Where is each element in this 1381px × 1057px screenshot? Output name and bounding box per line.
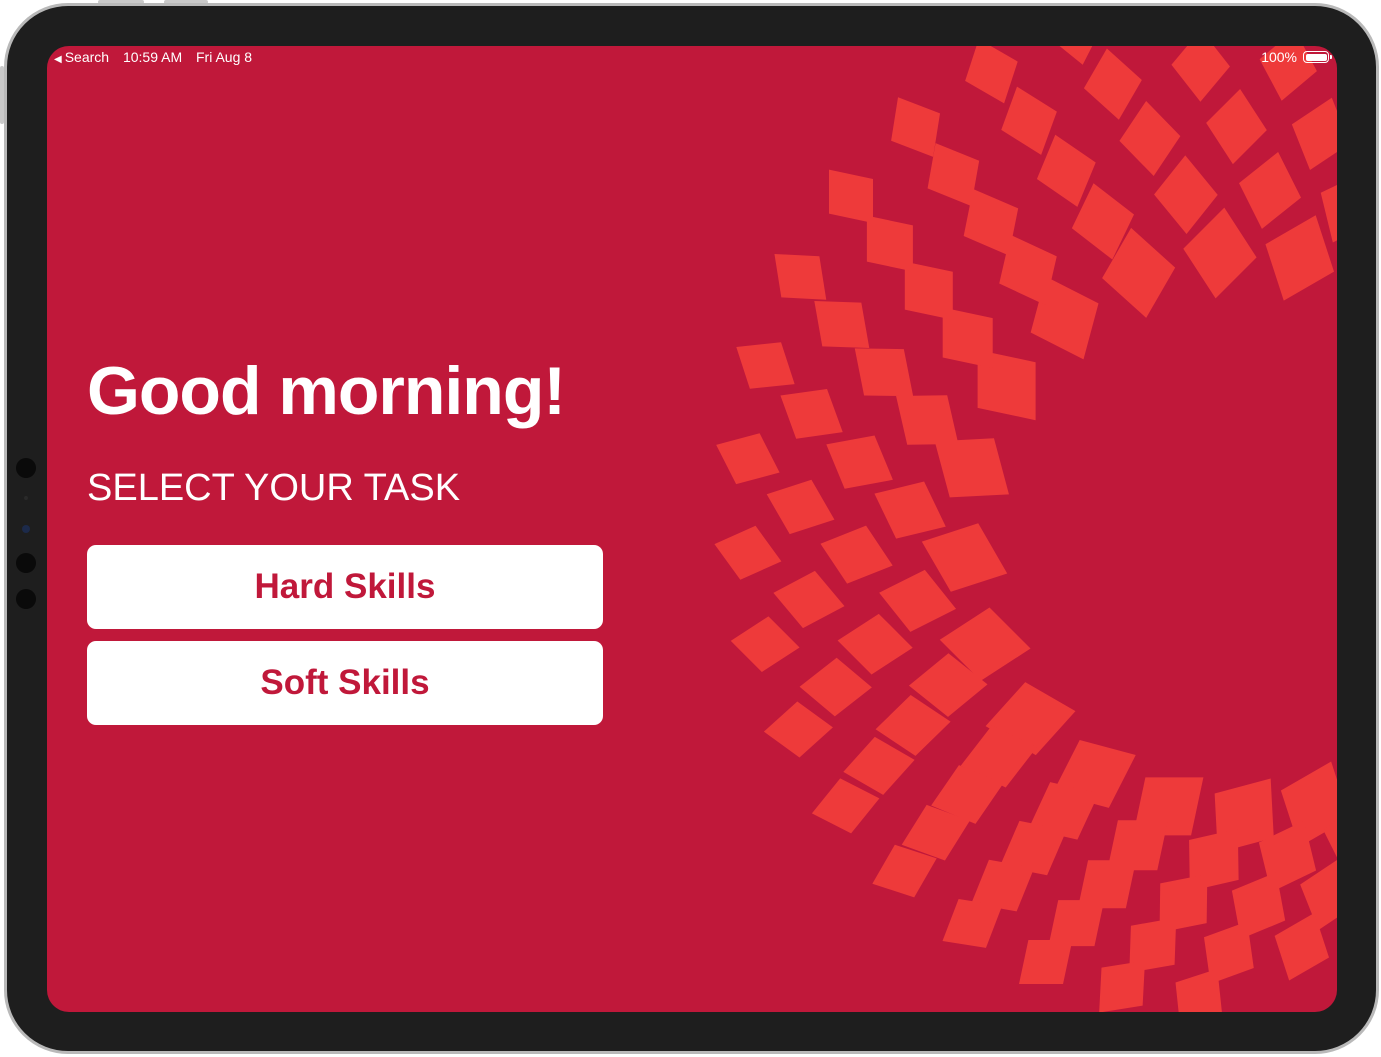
soft-skills-button[interactable]: Soft Skills (87, 641, 603, 725)
pattern-petal (1099, 960, 1145, 1012)
back-arrow-icon[interactable]: ◀ (54, 54, 62, 65)
pattern-petal (1019, 940, 1073, 984)
camera-sensor (16, 589, 36, 609)
pattern-petal (774, 253, 827, 300)
front-camera (22, 525, 30, 533)
pattern-petal (814, 301, 870, 348)
battery-icon (1303, 51, 1332, 63)
pattern-petal (854, 348, 914, 397)
status-date: Fri Aug 8 (196, 49, 253, 65)
status-time: 10:59 AM (122, 49, 183, 65)
status-bar: ◀ Search 10:59 AM Fri Aug 8 100% (47, 46, 1337, 68)
app-screen: ◀ Search 10:59 AM Fri Aug 8 100% Good mor… (47, 46, 1337, 1012)
back-to-app-link[interactable]: Search (65, 49, 109, 65)
pattern-petal (866, 215, 913, 272)
camera-sensor (16, 553, 36, 573)
pattern-petal (1048, 900, 1105, 947)
camera-sensor (24, 496, 28, 500)
camera-sensor (16, 458, 36, 478)
pattern-petal (829, 169, 873, 224)
select-task-subtitle: SELECT YOUR TASK (87, 467, 461, 509)
decorative-petal-pattern (47, 46, 1337, 1012)
hard-skills-button[interactable]: Hard Skills (87, 545, 603, 629)
greeting-title: Good morning! (87, 353, 566, 429)
battery-percentage: 100% (1261, 49, 1297, 65)
